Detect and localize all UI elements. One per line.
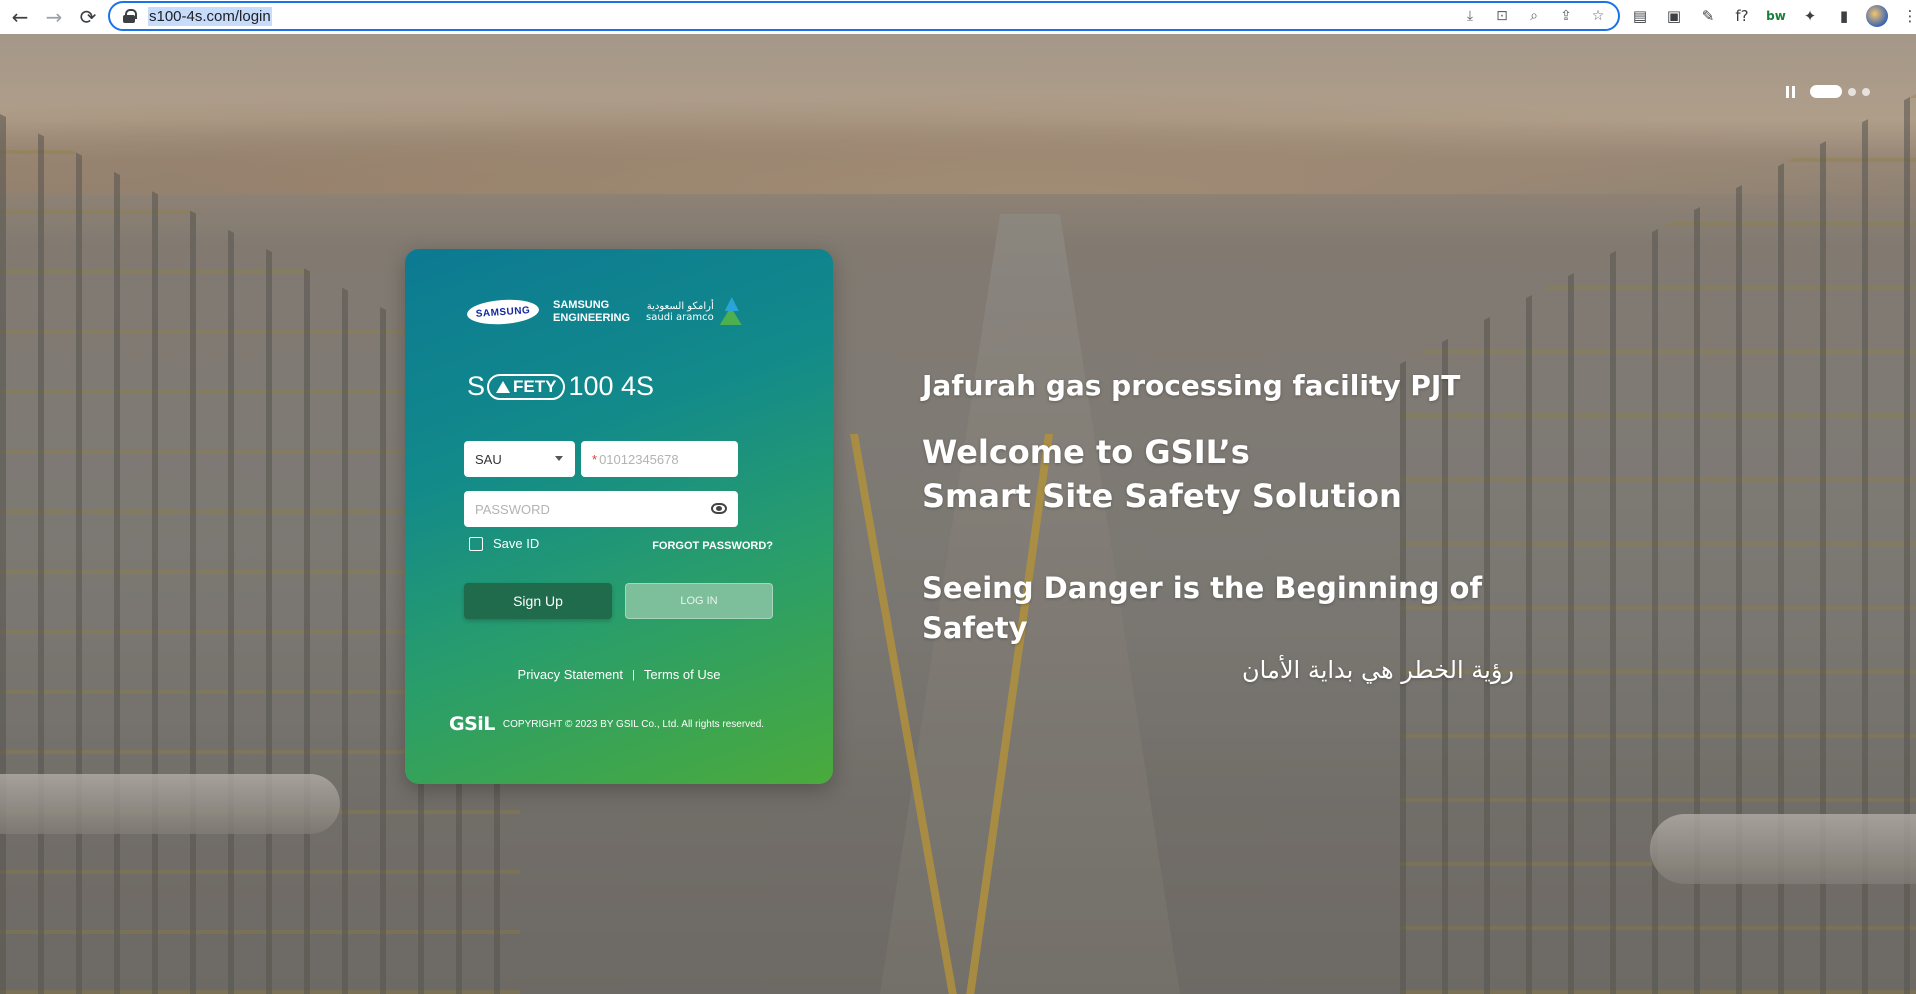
safety-pill: FETY xyxy=(487,373,566,400)
link-separator: | xyxy=(632,668,635,681)
copyright-text: COPYRIGHT © 2023 BY GSIL Co., Ltd. All r… xyxy=(502,718,765,730)
hero-headline: Jafurah gas processing facility PJT Welc… xyxy=(922,366,1562,686)
extensions-puzzle-icon[interactable]: ✦ xyxy=(1798,4,1822,28)
save-id-checkbox[interactable]: Save ID xyxy=(469,536,539,551)
zoom-icon[interactable]: ⌕ xyxy=(1524,6,1544,26)
safety-slogan-arabic: رؤية الخطر هي بداية الأمان xyxy=(1242,656,1514,684)
url-text[interactable]: s100-4s.com/login xyxy=(148,6,272,26)
terms-of-use-link[interactable]: Terms of Use xyxy=(644,667,721,682)
back-arrow-icon: ← xyxy=(11,5,29,29)
reload-icon: ⟳ xyxy=(79,5,97,29)
partner-logos: SAMSUNG SAMSUNG ENGINEERING أرامكو السعو… xyxy=(466,297,742,327)
reload-button[interactable]: ⟳ xyxy=(74,3,102,31)
slider-controls xyxy=(1786,85,1870,98)
address-bar[interactable]: s100-4s.com/login ⤓ ⊡ ⌕ ⇪ ☆ xyxy=(108,1,1620,31)
footer-links: Privacy Statement | Terms of Use xyxy=(405,667,833,682)
extensions-area: ▤ ▣ ✎ f? bw ✦ ▮ ⋮ xyxy=(1628,4,1916,28)
gsil-logo: GSiL xyxy=(449,713,495,735)
side-panel-icon[interactable]: ▮ xyxy=(1832,4,1856,28)
profile-avatar[interactable] xyxy=(1866,5,1888,27)
aramco-mark-icon xyxy=(718,297,742,327)
project-title: Jafurah gas processing facility PJT xyxy=(922,369,1461,402)
phone-placeholder: 01012345678 xyxy=(599,451,679,467)
slider-dot-3[interactable] xyxy=(1862,87,1870,96)
saudi-aramco-logo: أرامكو السعودية saudi aramco xyxy=(646,297,742,327)
font-finder-icon[interactable]: f? xyxy=(1730,4,1754,28)
safety-100-4s-logo: S FETY 100 4S xyxy=(467,371,655,401)
share-icon[interactable]: ⇪ xyxy=(1556,6,1576,26)
password-placeholder: PASSWORD xyxy=(475,501,550,517)
samsung-logo: SAMSUNG xyxy=(466,297,540,327)
forgot-password-link[interactable]: FORGOT PASSWORD? xyxy=(652,540,773,552)
translate-icon[interactable]: ⊡ xyxy=(1492,6,1512,26)
required-asterisk: * xyxy=(592,451,598,467)
screenshot-extension-icon[interactable]: ▣ xyxy=(1662,4,1686,28)
warning-triangle-icon xyxy=(496,380,511,393)
welcome-heading: Welcome to GSIL’s Smart Site Safety Solu… xyxy=(922,433,1402,515)
sign-up-button[interactable]: Sign Up xyxy=(464,583,612,619)
safety-slogan: Seeing Danger is the Beginning of Safety xyxy=(922,571,1483,645)
browser-toolbar: ← → ⟳ s100-4s.com/login ⤓ ⊡ ⌕ ⇪ ☆ ▤ ▣ ✎ … xyxy=(0,0,1916,34)
phone-number-input[interactable]: * 01012345678 xyxy=(581,441,738,477)
download-icon[interactable]: ⤓ xyxy=(1460,6,1480,26)
forward-arrow-icon: → xyxy=(45,5,63,29)
privacy-statement-link[interactable]: Privacy Statement xyxy=(518,667,624,682)
forward-button[interactable]: → xyxy=(40,3,68,31)
back-button[interactable]: ← xyxy=(6,3,34,31)
password-input[interactable]: PASSWORD xyxy=(464,491,738,527)
log-in-button[interactable]: LOG IN xyxy=(625,583,773,619)
bw-extension-icon[interactable]: bw xyxy=(1764,4,1788,28)
pause-icon[interactable] xyxy=(1786,85,1796,98)
chevron-down-icon xyxy=(555,456,563,461)
show-password-eye-icon[interactable] xyxy=(711,503,727,514)
menu-kebab-icon[interactable]: ⋮ xyxy=(1898,4,1916,28)
slider-dot-2[interactable] xyxy=(1848,87,1856,96)
bookmark-star-icon[interactable]: ☆ xyxy=(1588,6,1608,26)
login-card: SAMSUNG SAMSUNG ENGINEERING أرامكو السعو… xyxy=(405,249,833,784)
copyright-footer: GSiL COPYRIGHT © 2023 BY GSIL Co., Ltd. … xyxy=(449,713,764,735)
color-picker-icon[interactable]: ✎ xyxy=(1696,4,1720,28)
slider-dot-1[interactable] xyxy=(1810,85,1842,98)
samsung-engineering-logo: SAMSUNG ENGINEERING xyxy=(553,299,631,324)
country-code-select[interactable]: SAU xyxy=(464,441,575,477)
pdf-extension-icon[interactable]: ▤ xyxy=(1628,4,1652,28)
checkbox-box[interactable] xyxy=(469,536,483,551)
save-id-label: Save ID xyxy=(493,536,540,551)
lock-icon[interactable] xyxy=(122,9,137,23)
omnibox-actions: ⤓ ⊡ ⌕ ⇪ ☆ xyxy=(1460,6,1608,26)
